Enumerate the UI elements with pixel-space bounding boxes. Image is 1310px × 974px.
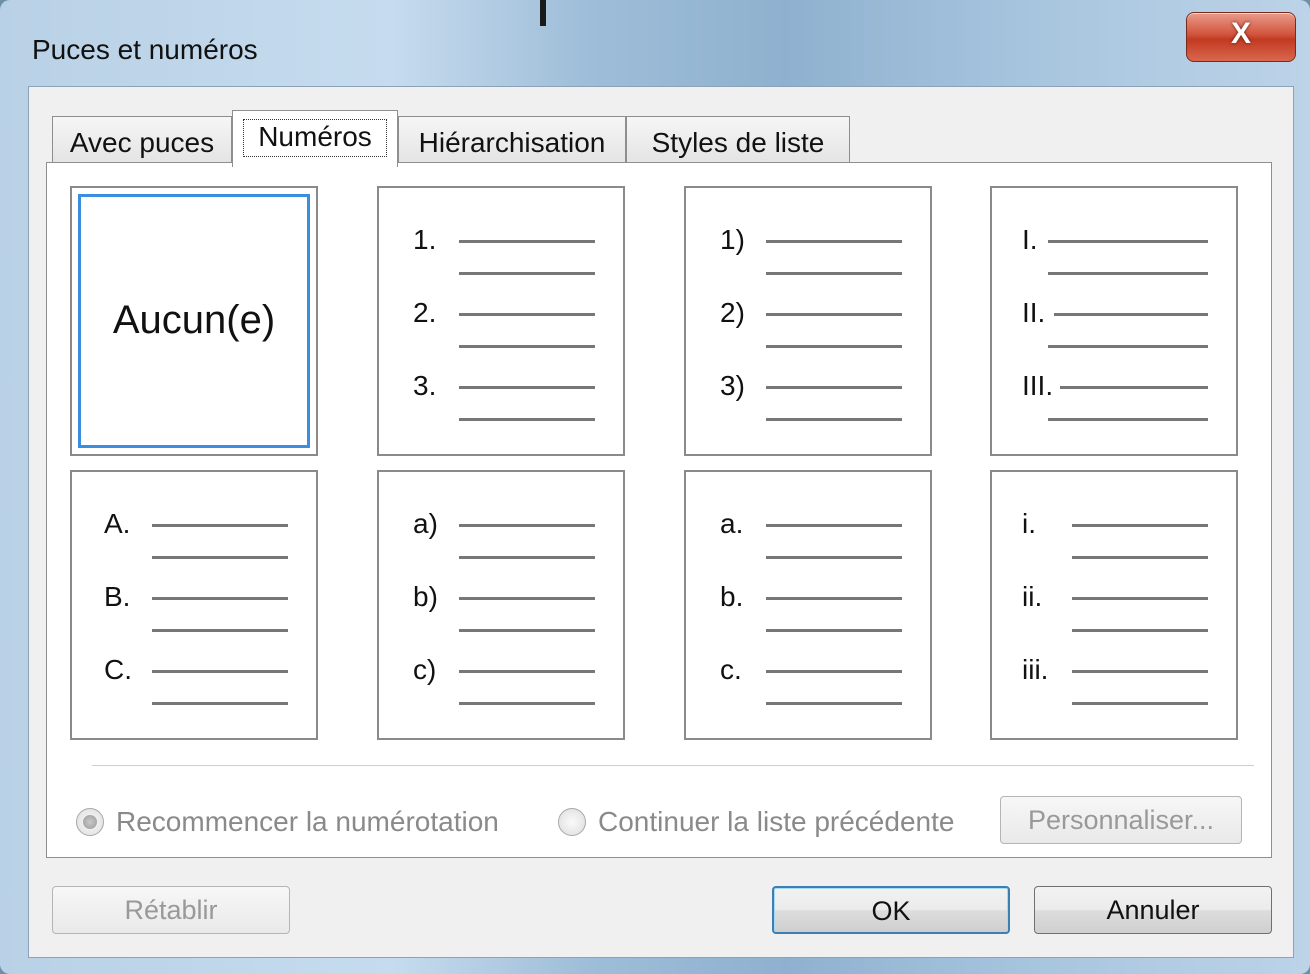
window-title: Puces et numéros [32, 34, 258, 65]
list-number: c. [720, 654, 742, 685]
list-number: III. [1022, 370, 1054, 401]
title-bar[interactable]: Puces et numéros X [0, 0, 1310, 82]
list-item: 2. [379, 297, 623, 348]
tab-label: Avec puces [69, 127, 215, 158]
cancel-button[interactable]: Annuler [1034, 886, 1272, 934]
continue-list-radio[interactable] [558, 808, 586, 836]
tab-label: Numéros [258, 121, 372, 152]
list-item: 1) [686, 224, 930, 275]
tab-numeros[interactable]: Numéros [232, 110, 398, 167]
list-number: i. [1022, 508, 1036, 539]
list-number: ii. [1022, 581, 1043, 612]
restart-numbering-label[interactable]: Recommencer la numérotation [116, 806, 499, 838]
continue-list-label[interactable]: Continuer la liste précédente [598, 806, 954, 838]
separator [92, 765, 1254, 766]
tab-avec-puces[interactable]: Avec puces [52, 116, 232, 165]
list-item: a) [379, 508, 623, 559]
list-item: a. [686, 508, 930, 559]
style-decimal-paren[interactable]: 1) 2) 3) [684, 186, 932, 456]
list-number: I. [1022, 224, 1038, 255]
list-number: b. [720, 581, 744, 612]
tab-styles-de-liste[interactable]: Styles de liste [626, 116, 850, 165]
list-item: i. [992, 508, 1236, 559]
tab-hierarchisation[interactable]: Hiérarchisation [398, 116, 626, 165]
style-upper-roman[interactable]: I. II. III. [990, 186, 1238, 456]
list-number: c) [413, 654, 437, 685]
tab-label: Styles de liste [651, 127, 825, 158]
close-icon: X [1230, 17, 1251, 50]
list-item: B. [72, 581, 316, 632]
list-item: iii. [992, 654, 1236, 705]
style-lower-roman[interactable]: i. ii. iii. [990, 470, 1238, 740]
list-item: III. [992, 370, 1236, 421]
list-item: C. [72, 654, 316, 705]
list-item: I. [992, 224, 1236, 275]
list-number: 3) [720, 370, 745, 401]
tab-panel-numeros: Aucun(e) 1. 2. 3. 1) 2) 3) I. II. III. A… [46, 162, 1272, 858]
list-item: c. [686, 654, 930, 705]
style-lower-alpha-paren[interactable]: a) b) c) [377, 470, 625, 740]
style-lower-alpha-dot[interactable]: a. b. c. [684, 470, 932, 740]
list-item: c) [379, 654, 623, 705]
tab-label: Hiérarchisation [418, 127, 606, 158]
list-item: 3. [379, 370, 623, 421]
list-number: 3. [413, 370, 437, 401]
restart-numbering-radio[interactable] [76, 808, 104, 836]
customize-button[interactable]: Personnaliser... [1000, 796, 1242, 844]
ok-button[interactable]: OK [772, 886, 1010, 934]
list-number: B. [104, 581, 131, 612]
list-number: 2. [413, 297, 437, 328]
list-number: a) [413, 508, 438, 539]
style-upper-alpha[interactable]: A. B. C. [70, 470, 318, 740]
list-number: II. [1022, 297, 1046, 328]
list-number: A. [104, 508, 131, 539]
list-item: A. [72, 508, 316, 559]
list-number: iii. [1022, 654, 1049, 685]
list-item: 1. [379, 224, 623, 275]
list-number: 1) [720, 224, 745, 255]
list-number: b) [413, 581, 438, 612]
list-item: 3) [686, 370, 930, 421]
list-number: a. [720, 508, 744, 539]
close-button[interactable]: X [1186, 12, 1296, 62]
style-none[interactable]: Aucun(e) [70, 186, 318, 456]
style-decimal-dot[interactable]: 1. 2. 3. [377, 186, 625, 456]
reset-button[interactable]: Rétablir [52, 886, 290, 934]
list-item: ii. [992, 581, 1236, 632]
list-number: C. [104, 654, 132, 685]
none-label: Aucun(e) [112, 298, 276, 342]
list-number: 1. [413, 224, 437, 255]
list-item: 2) [686, 297, 930, 348]
list-item: b) [379, 581, 623, 632]
list-item: II. [992, 297, 1236, 348]
list-item: b. [686, 581, 930, 632]
list-number: 2) [720, 297, 745, 328]
